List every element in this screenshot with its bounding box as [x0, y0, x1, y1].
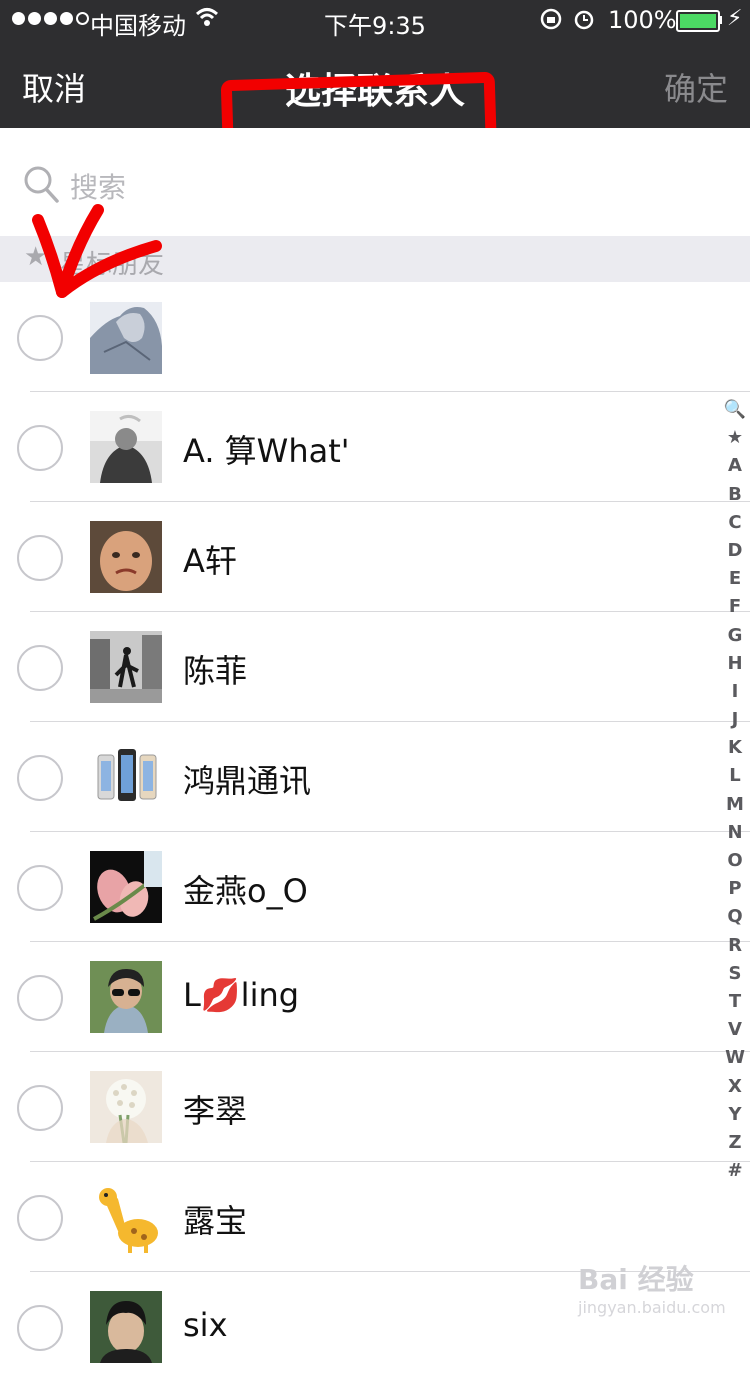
battery-icon [676, 10, 720, 32]
contact-row[interactable]: A. 算What' [0, 392, 750, 502]
contact-name: 李翠 [183, 1092, 248, 1130]
index-letter[interactable]: M [720, 791, 750, 819]
index-letter[interactable]: X [720, 1073, 750, 1101]
avatar [90, 1071, 162, 1143]
contact-row[interactable]: 李翠 [0, 1052, 750, 1162]
avatar [90, 851, 162, 923]
battery-tip [719, 16, 722, 24]
index-letter[interactable]: J [720, 706, 750, 734]
index-letter[interactable]: Q [720, 903, 750, 931]
contact-row[interactable]: L💋ling [0, 942, 750, 1052]
charging-icon: ⚡ [727, 6, 743, 31]
select-radio[interactable] [17, 425, 63, 471]
index-letter[interactable]: W [720, 1044, 750, 1072]
confirm-button[interactable]: 确定 [664, 64, 728, 110]
select-radio[interactable] [17, 755, 63, 801]
avatar [90, 411, 162, 483]
index-letter[interactable]: L [720, 762, 750, 790]
index-letter[interactable]: S [720, 960, 750, 988]
index-letter[interactable]: D [720, 537, 750, 565]
contact-name: A轩 [183, 542, 237, 580]
contact-name: 陈菲 [183, 652, 248, 690]
index-letter[interactable]: N [720, 819, 750, 847]
status-bar: 中国移动 下午9:35 100% ⚡ [0, 0, 750, 40]
select-radio[interactable] [17, 315, 63, 361]
annotation-arrow [32, 204, 162, 298]
select-radio[interactable] [17, 535, 63, 581]
index-letter[interactable]: R [720, 932, 750, 960]
index-letter[interactable]: E [720, 565, 750, 593]
select-radio[interactable] [17, 1085, 63, 1131]
contact-name: A. 算What' [183, 432, 350, 470]
index-letter[interactable]: A [720, 452, 750, 480]
index-letter[interactable]: Y [720, 1101, 750, 1129]
index-letter[interactable]: F [720, 593, 750, 621]
index-letter[interactable]: 🔍 [720, 396, 750, 424]
select-radio[interactable] [17, 865, 63, 911]
index-letter[interactable]: ★ [720, 424, 750, 452]
index-letter[interactable]: B [720, 481, 750, 509]
contact-name: six [183, 1306, 228, 1344]
avatar [90, 1181, 162, 1253]
index-letter[interactable]: P [720, 875, 750, 903]
index-letter[interactable]: V [720, 1016, 750, 1044]
select-radio[interactable] [17, 975, 63, 1021]
index-letter[interactable]: O [720, 847, 750, 875]
index-letter[interactable]: C [720, 509, 750, 537]
index-letter[interactable]: H [720, 650, 750, 678]
index-letter[interactable]: # [720, 1157, 750, 1185]
contact-row[interactable]: 金燕o_O [0, 832, 750, 942]
avatar [90, 521, 162, 593]
contact-name: 鸿鼎通讯 [183, 762, 312, 800]
contact-row[interactable]: 陈菲 [0, 612, 750, 722]
index-letter[interactable]: T [720, 988, 750, 1016]
nav-bar: 取消 选择联系人 确定 [0, 40, 750, 171]
contact-name: 露宝 [183, 1202, 248, 1240]
alphabet-index[interactable]: 🔍 ★ A B C D E F G H I J K L M N O P Q R S T V W X Y Z # [720, 396, 750, 1185]
contact-row[interactable]: 鸿鼎通讯 [0, 722, 750, 832]
contact-row[interactable]: A轩 [0, 502, 750, 612]
contact-row[interactable]: 露宝 [0, 1162, 750, 1272]
index-letter[interactable]: G [720, 622, 750, 650]
avatar [90, 741, 162, 813]
contact-name: L💋ling [183, 976, 300, 1014]
watermark-url: jingyan.baidu.com [578, 1298, 726, 1317]
lock-alarm-icons [540, 6, 600, 38]
index-letter[interactable]: K [720, 734, 750, 762]
avatar [90, 631, 162, 703]
watermark-logo: Bai 经验 [578, 1263, 694, 1296]
select-radio[interactable] [17, 1305, 63, 1351]
contact-name: 金燕o_O [183, 872, 308, 910]
battery-percent: 100% [608, 6, 677, 34]
index-letter[interactable]: I [720, 678, 750, 706]
index-letter[interactable]: Z [720, 1129, 750, 1157]
avatar [90, 1291, 162, 1363]
avatar [90, 961, 162, 1033]
select-radio[interactable] [17, 645, 63, 691]
select-radio[interactable] [17, 1195, 63, 1241]
